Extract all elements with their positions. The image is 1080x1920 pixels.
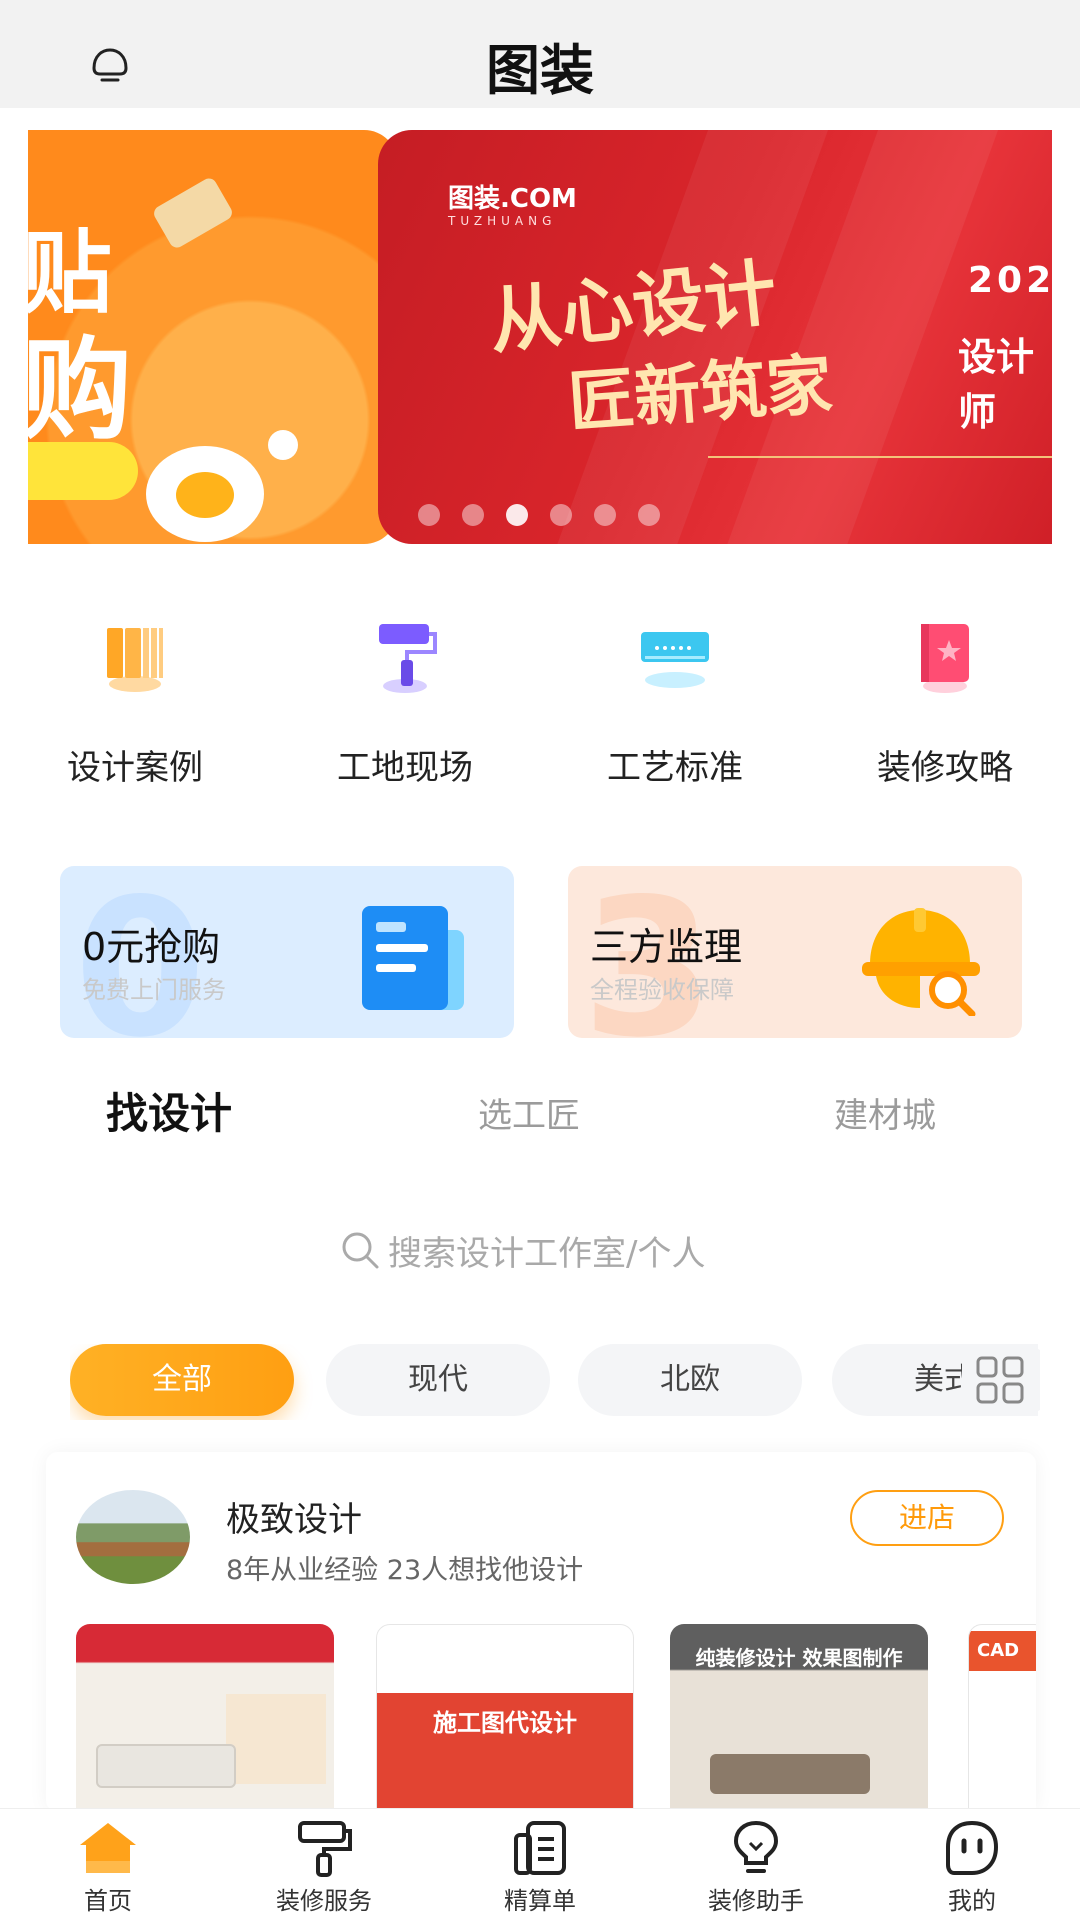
paint-roller-illustration bbox=[151, 175, 235, 251]
bottom-navigation: 首页 装修服务 精算单 装修助手 我的 bbox=[0, 1808, 1080, 1920]
carousel-dot[interactable] bbox=[418, 504, 440, 526]
couch-illustration bbox=[710, 1754, 870, 1794]
skyline-illustration bbox=[708, 418, 1052, 458]
home-icon bbox=[80, 1823, 136, 1873]
nav-mine[interactable]: 我的 bbox=[864, 1809, 1080, 1920]
book-stack-icon bbox=[107, 628, 163, 692]
designer-info: 8年从业经验 23人想找他设计 bbox=[226, 1555, 584, 1586]
grid-menu-button[interactable] bbox=[962, 1344, 1038, 1416]
banner-logo-sub: TUZHUANG bbox=[448, 214, 557, 228]
quick-link-decor-guide[interactable]: 装修攻略 bbox=[810, 616, 1080, 796]
banner-logo: 图装.COM bbox=[448, 184, 577, 214]
app-header: 图装 bbox=[0, 0, 1080, 108]
quick-link-design-cases[interactable]: 设计案例 bbox=[0, 616, 270, 796]
carousel-dot[interactable] bbox=[594, 504, 616, 526]
quick-link-label: 设计案例 bbox=[67, 748, 203, 788]
quick-link-label: 工地现场 bbox=[337, 748, 473, 788]
carousel-dot-active[interactable] bbox=[506, 504, 528, 526]
search-placeholder: 搜索设计工作室/个人 bbox=[388, 1234, 706, 1274]
style-filter-chips: 全部 现代 北欧 美式 bbox=[70, 1344, 1040, 1420]
promo-subtitle: 免费上门服务 bbox=[82, 976, 226, 1004]
document-icon bbox=[362, 906, 464, 1010]
search-input[interactable]: 搜索设计工作室/个人 bbox=[336, 1220, 756, 1276]
nav-home[interactable]: 首页 bbox=[0, 1809, 216, 1920]
banner-cta-bar bbox=[28, 442, 138, 500]
guide-book-icon bbox=[921, 624, 969, 693]
portfolio-thumb[interactable] bbox=[76, 1624, 334, 1812]
nav-label: 精算单 bbox=[504, 1887, 576, 1915]
carousel-indicator bbox=[418, 504, 660, 526]
nav-label: 装修助手 bbox=[708, 1887, 804, 1915]
paint-roller-icon bbox=[379, 624, 437, 693]
thumb-caption: 纯装修设计 效果图制作 bbox=[695, 1646, 903, 1670]
egg-illustration bbox=[146, 446, 264, 542]
quick-link-label: 工艺标准 bbox=[607, 748, 743, 788]
enter-store-button[interactable]: 进店 bbox=[850, 1490, 1004, 1546]
banner-year: 202 bbox=[968, 260, 1052, 301]
nav-budget-sheet[interactable]: 精算单 bbox=[432, 1809, 648, 1920]
banner-slide-text-2: 购 bbox=[28, 325, 132, 454]
quick-links: 设计案例 工地现场 工艺标准 装修攻略 bbox=[0, 616, 1080, 796]
bill-icon bbox=[514, 1821, 566, 1875]
carousel-dot[interactable] bbox=[638, 504, 660, 526]
promo-subtitle: 全程验收保障 bbox=[590, 976, 734, 1004]
portfolio-thumb[interactable]: CAD bbox=[968, 1624, 1036, 1812]
promo-title: 0元抢购 bbox=[82, 925, 221, 969]
filter-chip-all[interactable]: 全部 bbox=[70, 1344, 294, 1416]
thumb-caption: CAD bbox=[969, 1631, 1036, 1671]
air-conditioner-icon bbox=[641, 632, 709, 688]
designer-portfolio-thumbs: 施工图代设计 纯装修设计 效果图制作 CAD bbox=[76, 1624, 1036, 1812]
promo-title: 三方监理 bbox=[590, 925, 743, 969]
carousel-dot[interactable] bbox=[462, 504, 484, 526]
banner-slide-red[interactable]: 图装.COM TUZHUANG 从心设计 匠新筑家 202 设计师 bbox=[378, 130, 1052, 544]
nav-label: 首页 bbox=[84, 1887, 132, 1915]
profile-face-icon bbox=[946, 1820, 999, 1875]
designer-name: 极致设计 bbox=[226, 1500, 362, 1540]
promo-banner-carousel[interactable]: 贴 购 图装.COM TUZHUANG 从心设计 匠新筑家 202 设计师 bbox=[28, 130, 1052, 544]
nav-label: 我的 bbox=[948, 1887, 996, 1915]
nav-decor-service[interactable]: 装修服务 bbox=[216, 1809, 432, 1920]
portfolio-thumb[interactable]: 施工图代设计 bbox=[376, 1624, 634, 1812]
category-tabs: 找设计 选工匠 建材城 bbox=[0, 1080, 1080, 1150]
nav-decor-assistant[interactable]: 装修助手 bbox=[648, 1809, 864, 1920]
carousel-dot[interactable] bbox=[550, 504, 572, 526]
ball-illustration bbox=[268, 430, 298, 460]
room-wall-illustration bbox=[226, 1694, 326, 1784]
thumb-caption: 施工图代设计 bbox=[433, 1709, 577, 1737]
portfolio-thumb[interactable]: 纯装修设计 效果图制作 bbox=[670, 1624, 928, 1812]
tab-choose-craftsman[interactable]: 选工匠 bbox=[478, 1088, 580, 1137]
nav-label: 装修服务 bbox=[276, 1887, 372, 1915]
sofa-illustration bbox=[96, 1744, 236, 1788]
designer-card[interactable]: 极致设计 8年从业经验 23人想找他设计 进店 施工图代设计 纯装修设计 效果图… bbox=[46, 1452, 1036, 1812]
quick-link-label: 装修攻略 bbox=[877, 748, 1013, 788]
grid-icon bbox=[976, 1356, 1024, 1404]
filter-chip-modern[interactable]: 现代 bbox=[326, 1344, 550, 1416]
tab-building-materials[interactable]: 建材城 bbox=[834, 1088, 936, 1137]
search-icon bbox=[342, 1232, 379, 1269]
quick-link-craft-standard[interactable]: 工艺标准 bbox=[540, 616, 810, 796]
promo-card-free-purchase[interactable]: 0 0元抢购 免费上门服务 bbox=[60, 866, 514, 1038]
quick-link-site-live[interactable]: 工地现场 bbox=[270, 616, 540, 796]
filter-chip-nordic[interactable]: 北欧 bbox=[578, 1344, 802, 1416]
helmet-icon bbox=[862, 908, 980, 1016]
app-title: 图装 bbox=[486, 39, 594, 102]
banner-slide-orange[interactable]: 贴 购 bbox=[28, 130, 398, 544]
lightbulb-icon bbox=[733, 1820, 779, 1873]
tab-find-design[interactable]: 找设计 bbox=[106, 1080, 232, 1141]
paint-roller-icon bbox=[298, 1821, 352, 1877]
promo-card-supervision[interactable]: 3 三方监理 全程验收保障 bbox=[568, 866, 1022, 1038]
avatar bbox=[76, 1490, 190, 1584]
